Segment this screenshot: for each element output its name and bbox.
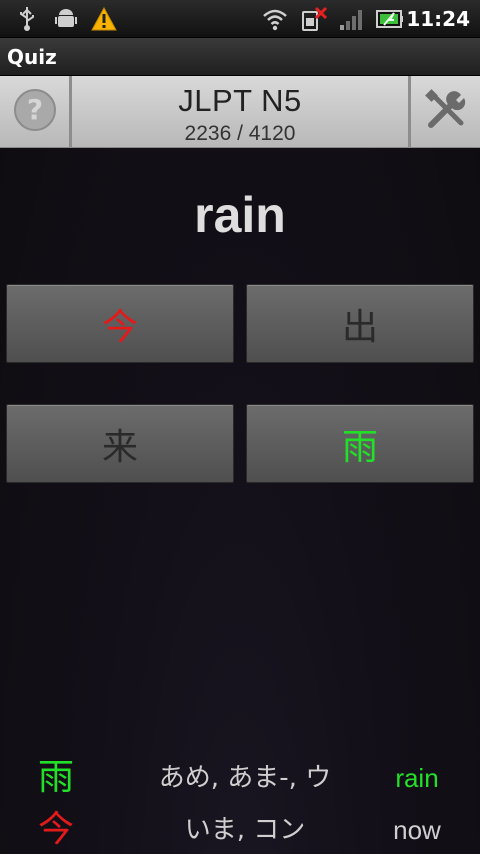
wifi-icon	[262, 6, 288, 32]
history-kanji: 今	[37, 809, 74, 850]
answer-button-2[interactable]: 出	[246, 284, 474, 363]
progress-counter: 2236 / 4120	[184, 122, 296, 145]
signal-icon	[338, 6, 364, 32]
battery-charging-icon	[376, 6, 404, 32]
help-button[interactable]: ?	[0, 76, 72, 148]
settings-button[interactable]	[408, 76, 480, 148]
answer-button-1[interactable]: 今	[6, 284, 234, 363]
history-reading: いま, コン	[184, 815, 306, 845]
history-row-correct: 雨 あめ, あま-, ウ rain	[0, 752, 480, 804]
answer-kanji: 雨	[341, 426, 378, 468]
warning-icon	[91, 6, 117, 32]
history-reading: あめ, あま-, ウ	[158, 763, 332, 793]
history-kanji: 雨	[37, 757, 74, 798]
history-meaning: rain	[395, 763, 439, 793]
app-title: Quiz	[7, 45, 57, 69]
answer-kanji: 今	[101, 306, 138, 348]
answer-kanji: 出	[341, 306, 378, 348]
tools-icon	[423, 87, 469, 137]
answer-kanji: 来	[101, 426, 138, 468]
clock: 11:24	[406, 7, 470, 31]
android-debug-icon	[54, 6, 78, 32]
question-icon: ?	[13, 88, 57, 136]
answer-button-4[interactable]: 雨	[246, 404, 474, 483]
level-info: JLPT N5 2236 / 4120	[75, 76, 405, 148]
question-word: rain	[194, 187, 286, 243]
quiz-header: ? JLPT N5 2236 / 4120	[0, 76, 480, 148]
status-bar: 11:24	[0, 0, 480, 38]
app-title-bar: Quiz	[0, 38, 480, 76]
usb-icon	[16, 6, 38, 32]
history-row-wrong: 今 いま, コン now	[0, 804, 480, 854]
answer-button-3[interactable]: 来	[6, 404, 234, 483]
no-sim-icon	[300, 6, 328, 32]
svg-text:?: ?	[26, 93, 42, 126]
level-name: JLPT N5	[178, 83, 302, 118]
history-meaning: now	[393, 815, 441, 845]
